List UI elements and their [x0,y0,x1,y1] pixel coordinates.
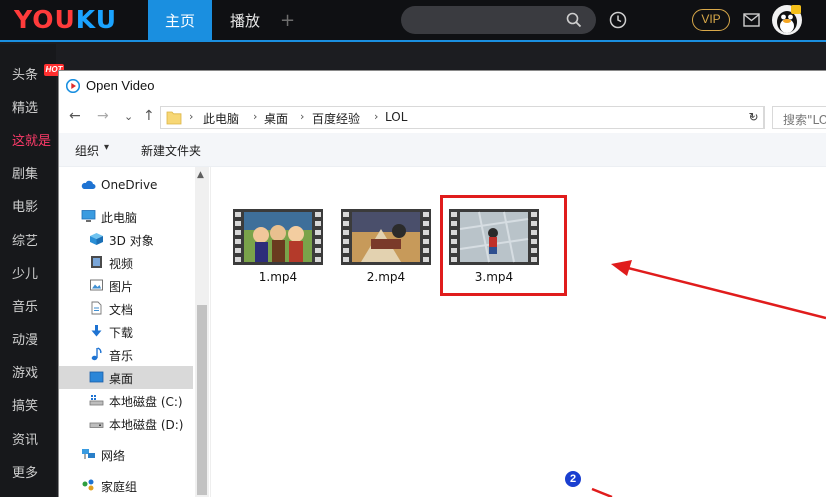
command-bar: 组织 ▾ 新建文件夹 [59,133,826,167]
sidebar-item-games[interactable]: 游戏 [12,362,38,381]
video-thumbnail-icon [233,209,323,265]
add-tab-icon[interactable]: + [280,10,295,31]
folder-icon [166,111,182,125]
video-icon [91,256,102,268]
tree-item-network[interactable]: 网络 [59,443,193,466]
computer-icon [81,210,96,222]
tab-play[interactable]: 播放 [214,0,276,42]
drive-d-icon [89,422,104,428]
tree-item-pictures[interactable]: 图片 [59,274,193,297]
forward-button[interactable]: → [97,108,109,124]
tree-item-desktop[interactable]: 桌面 [59,366,193,389]
tree-item-documents[interactable]: 文档 [59,297,193,320]
search-icon[interactable] [566,12,582,28]
video-thumbnail-icon [341,209,431,265]
file-item-1[interactable]: 1.mp4 [233,209,323,289]
tree-item-drive-d[interactable]: 本地磁盘 (D:) [59,412,193,435]
sidebar-item-kids[interactable]: 少儿 [12,263,38,282]
breadcrumb-desktop[interactable]: 桌面 [264,110,288,127]
tree-item-downloads[interactable]: 下载 [59,320,193,343]
youku-app-icon [66,79,80,93]
tree-item-3d-objects[interactable]: 3D 对象 [59,228,193,251]
vip-button[interactable]: VIP [692,9,730,31]
tree-item-onedrive[interactable]: OneDrive [59,174,193,197]
refresh-button[interactable]: ↻ [743,106,765,129]
file-highlight-box [440,195,567,296]
breadcrumb-this-pc[interactable]: 此电脑 [203,110,239,127]
back-button[interactable]: ← [69,108,81,124]
sidebar-item-more[interactable]: 更多 [12,462,38,481]
sidebar-item-music[interactable]: 音乐 [12,296,38,315]
tree-item-drive-c[interactable]: 本地磁盘 (C:) [59,389,193,412]
scroll-up-icon[interactable]: ▲ [197,170,204,180]
organize-button[interactable]: 组织 [75,142,99,159]
folder-search-input[interactable]: 搜索"LOL" [772,106,826,129]
folder-search-placeholder: 搜索"LOL" [783,113,826,127]
breadcrumb-separator-icon: › [253,110,258,123]
file-name: 1.mp4 [258,270,298,284]
cube-icon [90,233,103,245]
music-icon [91,347,102,361]
breadcrumb-lol[interactable]: LOL [385,110,407,124]
breadcrumb-separator-icon: › [189,110,194,123]
scroll-thumb[interactable] [197,305,207,495]
dialog-titlebar[interactable]: Open Video [59,71,826,101]
sidebar-item-variety[interactable]: 综艺 [12,230,38,249]
file-name: 2.mp4 [366,270,406,284]
sidebar-item-series[interactable]: 剧集 [12,163,38,182]
youku-logo[interactable]: YOUKU [14,5,117,34]
recent-locations-button[interactable]: ⌄ [124,110,133,123]
picture-icon [90,279,103,291]
tree-item-music[interactable]: 音乐 [59,343,193,366]
category-sidebar: 头条 精选 这就是 剧集 电影 综艺 少儿 音乐 动漫 游戏 搞笑 资讯 更多 [0,44,56,497]
document-icon [91,301,102,315]
desktop-icon [89,371,104,383]
up-button[interactable]: ↑ [143,108,155,124]
sidebar-item-headlines[interactable]: 头条 [12,64,38,83]
mail-icon[interactable] [743,13,760,27]
sidebar-item-news[interactable]: 资讯 [12,429,38,448]
download-icon [91,325,102,337]
drive-c-icon [89,395,104,406]
organize-dropdown-icon[interactable]: ▾ [104,142,109,153]
file-item-2[interactable]: 2.mp4 [341,209,431,289]
step-number-badge: 2 [563,469,583,489]
sidebar-item-zhejiushi[interactable]: 这就是 [12,130,51,149]
new-folder-button[interactable]: 新建文件夹 [141,142,201,159]
breadcrumb-separator-icon: › [300,110,305,123]
address-row: ← → ⌄ ↑ › 此电脑 › 桌面 › 百度经验 › LOL ⌄ ↻ 搜索"L… [59,101,826,133]
history-clock-icon[interactable] [609,11,627,29]
breadcrumb-separator-icon: › [374,110,379,123]
sidebar-item-movies[interactable]: 电影 [12,196,38,215]
homegroup-icon [82,479,94,491]
sidebar-item-featured[interactable]: 精选 [12,97,38,116]
network-icon [82,449,95,459]
sidebar-item-comedy[interactable]: 搞笑 [12,395,38,414]
navigation-scrollbar[interactable]: ▲ [195,167,209,497]
address-bar[interactable]: › 此电脑 › 桌面 › 百度经验 › LOL ⌄ [160,106,764,129]
app-header: YOUKU 主页 播放 + VIP [0,0,826,42]
tree-item-homegroup[interactable]: 家庭组 [59,474,193,497]
breadcrumb-baidu-jingyan[interactable]: 百度经验 [312,110,360,127]
navigation-pane: OneDrive 此电脑 3D 对象 视频 图片 文档 下载 音乐 桌面 本地磁… [59,167,209,497]
sidebar-item-anime[interactable]: 动漫 [12,329,38,348]
dialog-title: Open Video [86,78,155,93]
tree-item-videos[interactable]: 视频 [59,251,193,274]
user-avatar-icon[interactable] [771,4,803,36]
tree-item-this-pc[interactable]: 此电脑 [59,205,193,228]
cloud-icon [81,180,96,189]
tab-home[interactable]: 主页 [148,0,212,42]
